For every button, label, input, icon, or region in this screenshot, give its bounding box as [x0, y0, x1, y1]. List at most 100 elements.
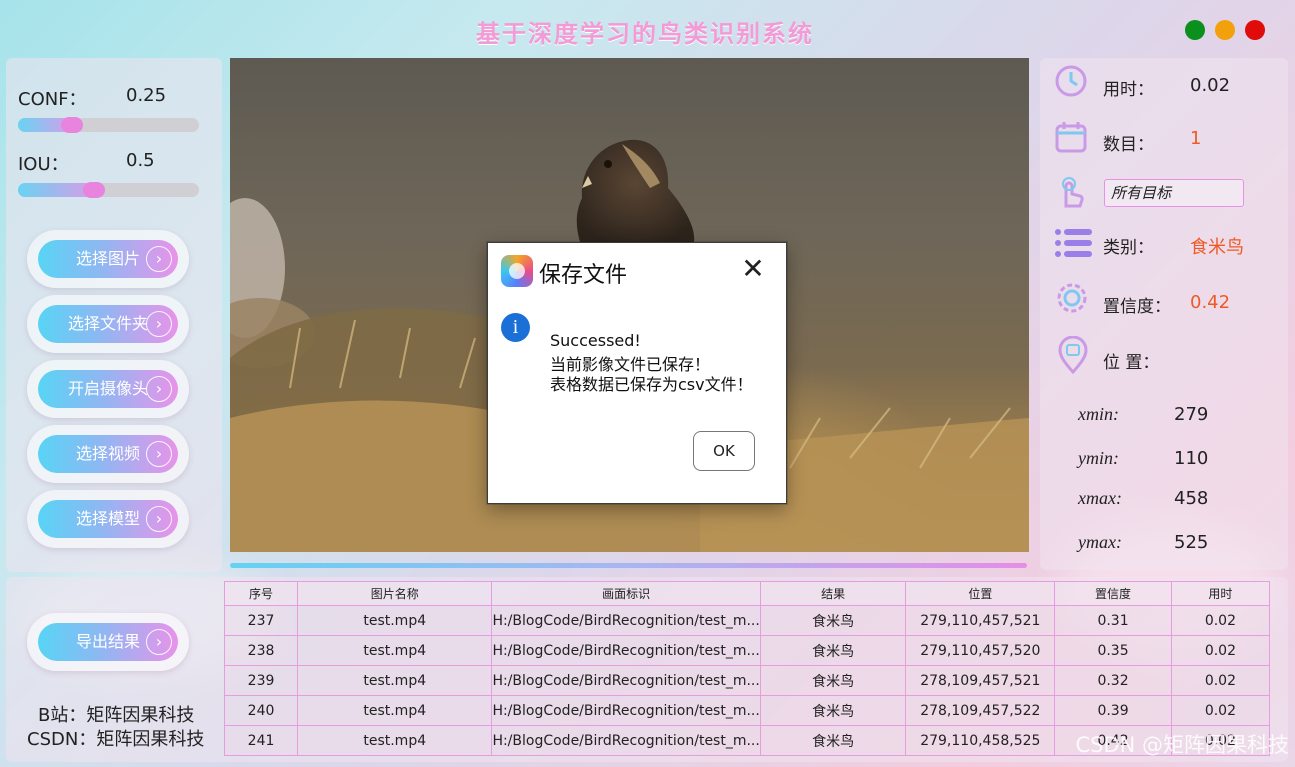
iou-slider[interactable] — [18, 182, 199, 198]
column-header[interactable]: 图片名称 — [297, 581, 493, 606]
table-row[interactable]: 240 test.mp4 H:/BlogCode/BirdRecognition… — [223, 695, 1271, 726]
table-cell: 0.02 — [1170, 665, 1271, 696]
list-icon — [1054, 226, 1092, 260]
ok-button[interactable]: OK — [693, 431, 755, 471]
open-camera-button[interactable]: 开启摄像头 › — [38, 370, 178, 408]
export-results-label: 导出结果 — [75, 632, 140, 651]
table-cell: 239 — [223, 665, 299, 696]
select-folder-button-frame: 选择文件夹 › — [27, 295, 189, 353]
select-model-label: 选择模型 — [75, 509, 140, 528]
select-video-button[interactable]: 选择视频 › — [38, 435, 178, 473]
chevron-right-icon: › — [146, 246, 172, 272]
table-cell: 食米鸟 — [759, 725, 907, 756]
iou-value: 0.5 — [126, 150, 155, 171]
class-value: 食米鸟 — [1190, 237, 1244, 258]
table-cell: 278,109,457,522 — [905, 695, 1056, 726]
window-minimize-button[interactable] — [1185, 20, 1205, 40]
chevron-right-icon: › — [146, 311, 172, 337]
export-button-frame: 导出结果 › — [27, 613, 189, 671]
column-header[interactable]: 结果 — [759, 581, 907, 606]
ymin-value: 110 — [1174, 448, 1209, 469]
table-cell: 食米鸟 — [759, 605, 907, 636]
ymax-value: 525 — [1174, 532, 1209, 553]
ymin-label: ymin: — [1078, 448, 1119, 468]
open-camera-label: 开启摄像头 — [67, 379, 148, 398]
select-folder-label: 选择文件夹 — [67, 314, 148, 333]
select-image-label: 选择图片 — [75, 249, 140, 268]
calendar-icon — [1054, 120, 1088, 154]
chevron-right-icon: › — [146, 376, 172, 402]
iou-slider-handle[interactable] — [83, 182, 105, 198]
dialog-title: 保存文件 — [539, 263, 628, 288]
window-maximize-button[interactable] — [1215, 20, 1235, 40]
xmax-label: xmax: — [1078, 488, 1122, 508]
table-cell: test.mp4 — [297, 725, 493, 756]
table-cell: H:/BlogCode/BirdRecognition/test_m... — [491, 605, 761, 636]
table-cell: 279,110,458,525 — [905, 725, 1056, 756]
confidence-value: 0.42 — [1190, 292, 1231, 313]
open-camera-button-frame: 开启摄像头 › — [27, 360, 189, 418]
table-cell: test.mp4 — [297, 695, 493, 726]
export-results-button[interactable]: 导出结果 › — [38, 623, 178, 661]
app-title: 基于深度学习的鸟类识别系统 — [476, 19, 814, 48]
table-cell: 0.32 — [1054, 665, 1172, 696]
table-cell: 237 — [223, 605, 299, 636]
table-cell: 0.39 — [1054, 695, 1172, 726]
table-cell: 279,110,457,520 — [905, 635, 1056, 666]
table-cell: test.mp4 — [297, 635, 493, 666]
select-folder-button[interactable]: 选择文件夹 › — [38, 305, 178, 343]
gear-icon — [1054, 280, 1088, 314]
column-header[interactable]: 位置 — [905, 581, 1056, 606]
table-cell: H:/BlogCode/BirdRecognition/test_m... — [491, 635, 761, 666]
xmin-value: 279 — [1174, 404, 1209, 425]
table-row[interactable]: 238 test.mp4 H:/BlogCode/BirdRecognition… — [223, 635, 1271, 666]
table-cell: 0.35 — [1054, 635, 1172, 666]
confidence-label: 置信度： — [1103, 297, 1171, 317]
table-cell: H:/BlogCode/BirdRecognition/test_m... — [491, 665, 761, 696]
table-cell: 240 — [223, 695, 299, 726]
chevron-right-icon: › — [146, 506, 172, 532]
window-close-button[interactable] — [1245, 20, 1265, 40]
table-cell: H:/BlogCode/BirdRecognition/test_m... — [491, 725, 761, 756]
video-progress-bar[interactable] — [230, 563, 1027, 568]
tap-hand-icon — [1054, 176, 1088, 210]
count-label: 数目： — [1103, 135, 1154, 155]
conf-slider[interactable] — [18, 117, 199, 133]
conf-label: CONF： — [18, 89, 87, 110]
table-cell: H:/BlogCode/BirdRecognition/test_m... — [491, 695, 761, 726]
table-cell: 279,110,457,521 — [905, 605, 1056, 636]
position-label: 位 置： — [1103, 353, 1160, 373]
csdn-watermark: CSDN @矩阵因果科技 — [1075, 733, 1289, 757]
column-header[interactable]: 画面标识 — [491, 581, 761, 606]
table-cell: 0.02 — [1170, 635, 1271, 666]
xmax-value: 458 — [1174, 488, 1209, 509]
select-model-button[interactable]: 选择模型 › — [38, 500, 178, 538]
column-header[interactable]: 置信度 — [1054, 581, 1172, 606]
conf-slider-handle[interactable] — [61, 117, 83, 133]
iou-label: IOU： — [18, 154, 69, 175]
table-cell: 0.31 — [1054, 605, 1172, 636]
clock-icon — [1054, 64, 1088, 98]
target-select-dropdown[interactable]: 所有目标 — [1104, 179, 1244, 207]
time-label: 用时： — [1103, 80, 1154, 100]
column-header[interactable]: 用时 — [1170, 581, 1271, 606]
select-image-button-frame: 选择图片 › — [27, 230, 189, 288]
count-value: 1 — [1190, 128, 1202, 149]
table-row[interactable]: 237 test.mp4 H:/BlogCode/BirdRecognition… — [223, 605, 1271, 636]
column-header[interactable]: 序号 — [223, 581, 299, 606]
table-cell: 食米鸟 — [759, 665, 907, 696]
select-model-button-frame: 选择模型 › — [27, 490, 189, 548]
dialog-close-icon[interactable]: ✕ — [740, 255, 766, 283]
bilibili-credit: B站：矩阵因果科技 — [38, 705, 195, 726]
table-cell: 0.02 — [1170, 605, 1271, 636]
chevron-right-icon: › — [146, 629, 172, 655]
info-icon: i — [501, 313, 530, 342]
ymax-label: ymax: — [1078, 532, 1122, 552]
table-header-row: 序号 图片名称 画面标识 结果 位置 置信度 用时 — [223, 581, 1271, 606]
table-cell: test.mp4 — [297, 665, 493, 696]
select-image-button[interactable]: 选择图片 › — [38, 240, 178, 278]
table-row[interactable]: 239 test.mp4 H:/BlogCode/BirdRecognition… — [223, 665, 1271, 696]
select-video-button-frame: 选择视频 › — [27, 425, 189, 483]
select-video-label: 选择视频 — [75, 444, 140, 463]
dialog-message-line1: Successed! — [550, 331, 641, 350]
